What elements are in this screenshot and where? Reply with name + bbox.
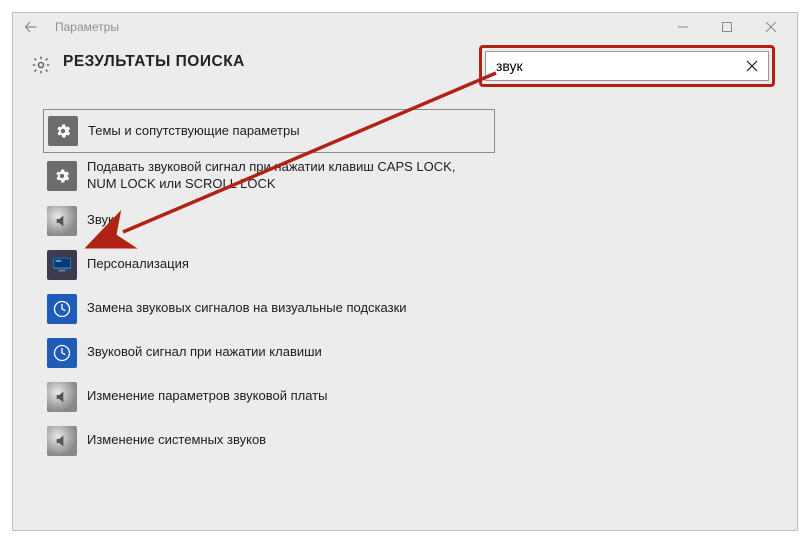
window-title: Параметры <box>55 20 661 34</box>
result-themes[interactable]: Темы и сопутствующие параметры <box>43 109 495 153</box>
result-visual-cues[interactable]: Замена звуковых сигналов на визуальные п… <box>43 287 495 331</box>
result-sound[interactable]: Звук <box>43 199 495 243</box>
speaker-icon <box>47 426 77 456</box>
minimize-icon <box>678 22 688 32</box>
speaker-icon <box>47 206 77 236</box>
accessibility-icon <box>47 294 77 324</box>
result-label: Темы и сопутствующие параметры <box>88 123 300 140</box>
close-icon <box>766 22 776 32</box>
search-highlight-box <box>479 45 775 87</box>
settings-window: Параметры РЕЗУЛЬТАТЫ ПОИСКА <box>12 12 798 531</box>
page-title: РЕЗУЛЬТАТЫ ПОИСКА <box>63 53 245 71</box>
result-label: Звук <box>87 212 114 229</box>
result-label: Изменение параметров звуковой платы <box>87 388 327 405</box>
title-bar: Параметры <box>13 13 797 41</box>
arrow-left-icon <box>23 19 39 35</box>
result-label: Изменение системных звуков <box>87 432 266 449</box>
minimize-button[interactable] <box>661 13 705 41</box>
speaker-icon <box>47 382 77 412</box>
back-button[interactable] <box>19 15 43 39</box>
gear-icon <box>31 55 51 75</box>
result-label: Звуковой сигнал при нажатии клавиши <box>87 344 322 361</box>
gear-icon <box>48 116 78 146</box>
result-label: Подавать звуковой сигнал при нажатии кла… <box>87 159 467 193</box>
result-caps-lock-sound[interactable]: Подавать звуковой сигнал при нажатии кла… <box>43 153 495 199</box>
maximize-icon <box>722 22 732 32</box>
accessibility-icon <box>47 338 77 368</box>
result-sound-card[interactable]: Изменение параметров звуковой платы <box>43 375 495 419</box>
search-results: Темы и сопутствующие параметры Подавать … <box>13 101 797 463</box>
gear-icon <box>47 161 77 191</box>
result-label: Замена звуковых сигналов на визуальные п… <box>87 300 407 317</box>
search-box[interactable] <box>485 51 769 81</box>
search-input[interactable] <box>494 57 742 75</box>
result-keypress-sound[interactable]: Звуковой сигнал при нажатии клавиши <box>43 331 495 375</box>
window-controls <box>661 13 793 41</box>
result-personalization[interactable]: Персонализация <box>43 243 495 287</box>
maximize-button[interactable] <box>705 13 749 41</box>
result-label: Персонализация <box>87 256 189 273</box>
close-button[interactable] <box>749 13 793 41</box>
close-icon <box>746 60 758 72</box>
header: РЕЗУЛЬТАТЫ ПОИСКА <box>13 41 797 101</box>
monitor-icon <box>47 250 77 280</box>
result-system-sounds[interactable]: Изменение системных звуков <box>43 419 495 463</box>
clear-search-button[interactable] <box>742 56 762 76</box>
